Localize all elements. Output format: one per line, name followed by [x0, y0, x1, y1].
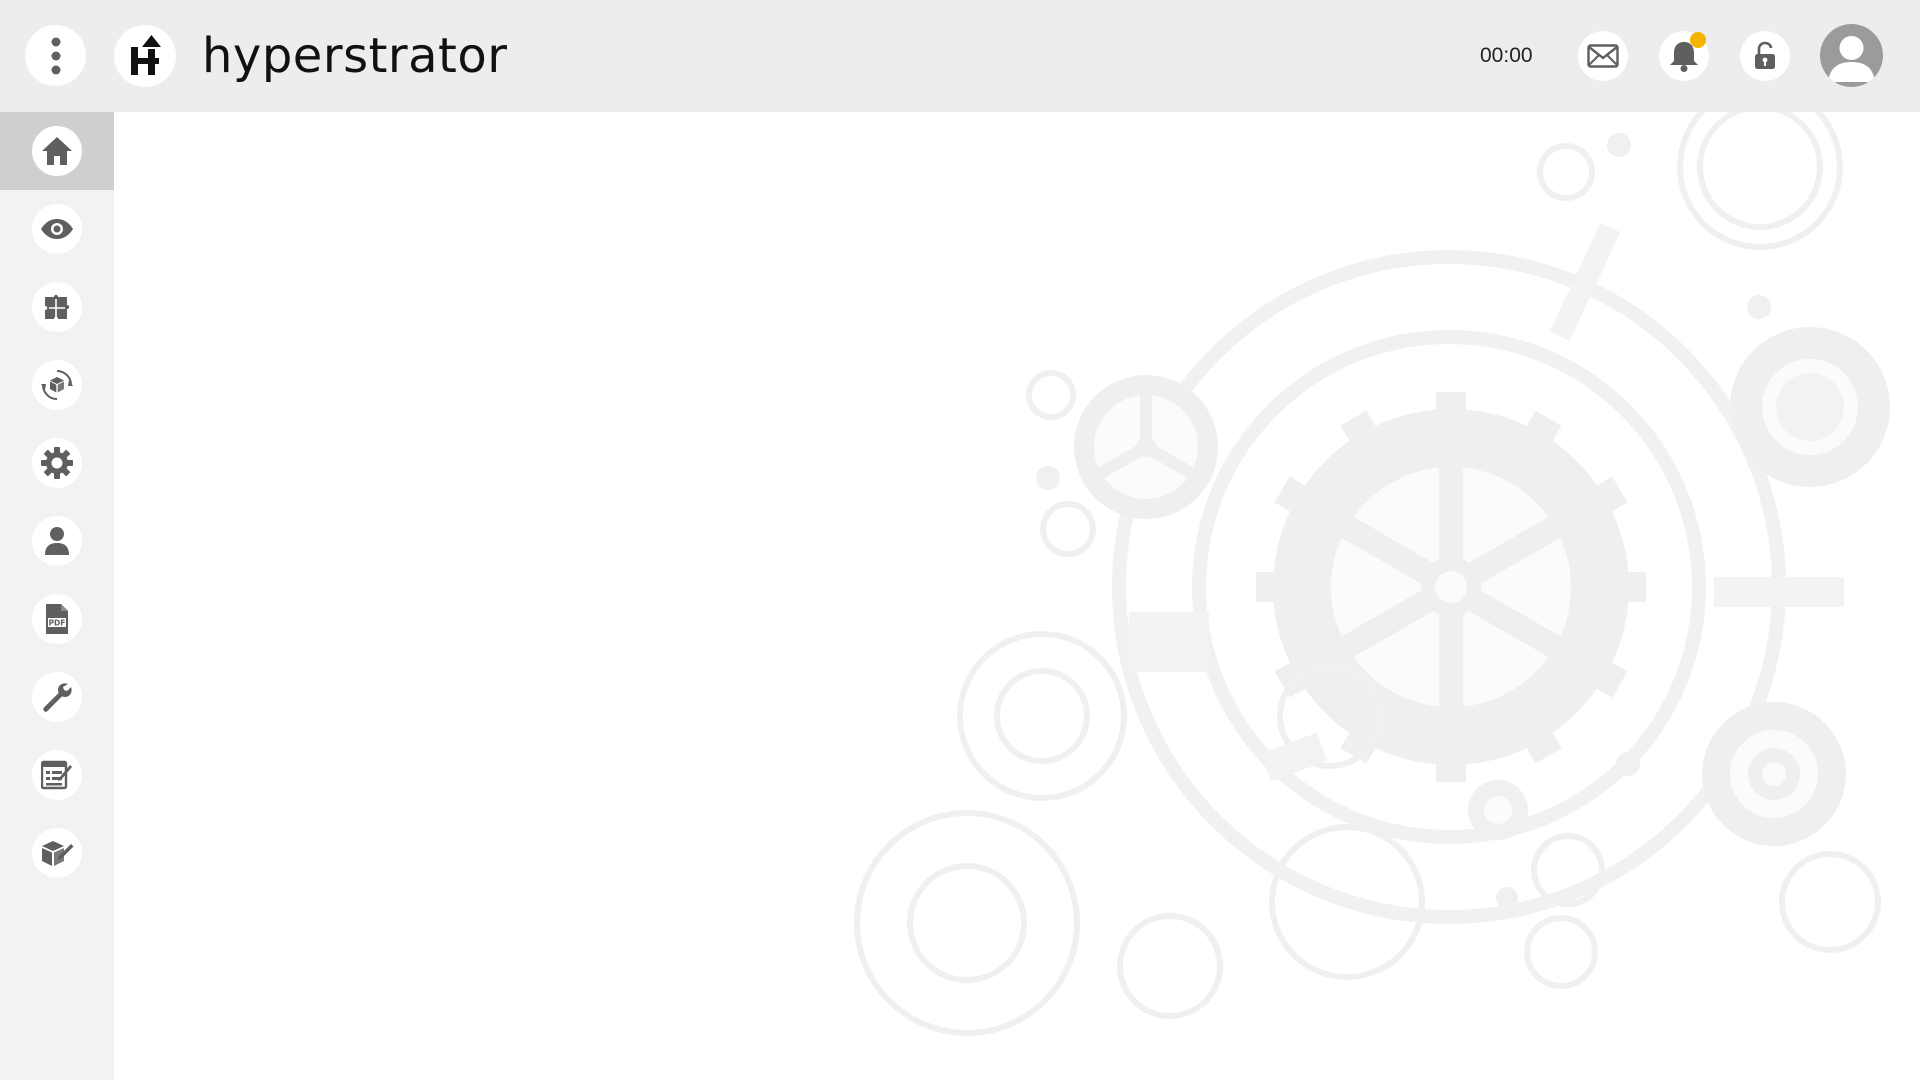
cube-edit-icon: [42, 841, 74, 866]
sidebar-item-view[interactable]: [0, 190, 114, 268]
session-timer: 00:00: [1480, 44, 1533, 67]
app-logo: [114, 25, 176, 87]
logo-mark-icon: [131, 35, 161, 75]
sidebar-item-tasks[interactable]: [0, 736, 114, 814]
unlock-icon: [1755, 41, 1775, 69]
sidebar: PDF: [0, 112, 114, 1080]
brand-name: hyperstrator: [202, 28, 508, 84]
svg-text:PDF: PDF: [49, 619, 66, 628]
gear-icon: [41, 447, 73, 479]
sidebar-item-packages[interactable]: [0, 814, 114, 892]
user-icon: [45, 527, 69, 555]
user-avatar-button[interactable]: [1820, 24, 1883, 87]
cube-sync-icon: [41, 370, 73, 400]
sidebar-item-settings[interactable]: [0, 424, 114, 502]
sidebar-item-deployments[interactable]: [0, 346, 114, 424]
user-avatar-icon: [1828, 36, 1875, 82]
main-content: [114, 112, 1920, 1080]
more-vertical-icon: [51, 37, 60, 74]
wrench-icon: [43, 683, 72, 712]
checklist-icon: [41, 760, 72, 790]
sidebar-item-reports[interactable]: PDF: [0, 580, 114, 658]
top-bar: hyperstrator 00:00: [0, 0, 1920, 112]
pdf-file-icon: PDF: [46, 604, 68, 634]
sidebar-item-integrations[interactable]: [0, 268, 114, 346]
sidebar-item-home[interactable]: [0, 112, 114, 190]
puzzle-icon: [45, 294, 70, 319]
notification-badge: [1690, 32, 1706, 48]
menu-button[interactable]: [25, 25, 86, 86]
lock-button[interactable]: [1740, 31, 1790, 81]
home-icon: [42, 137, 72, 165]
mail-button[interactable]: [1578, 31, 1628, 81]
sidebar-item-users[interactable]: [0, 502, 114, 580]
sidebar-item-tools[interactable]: [0, 658, 114, 736]
gears-background-graphic: [854, 112, 1890, 1036]
eye-icon: [41, 219, 73, 239]
mail-icon: [1587, 44, 1619, 68]
